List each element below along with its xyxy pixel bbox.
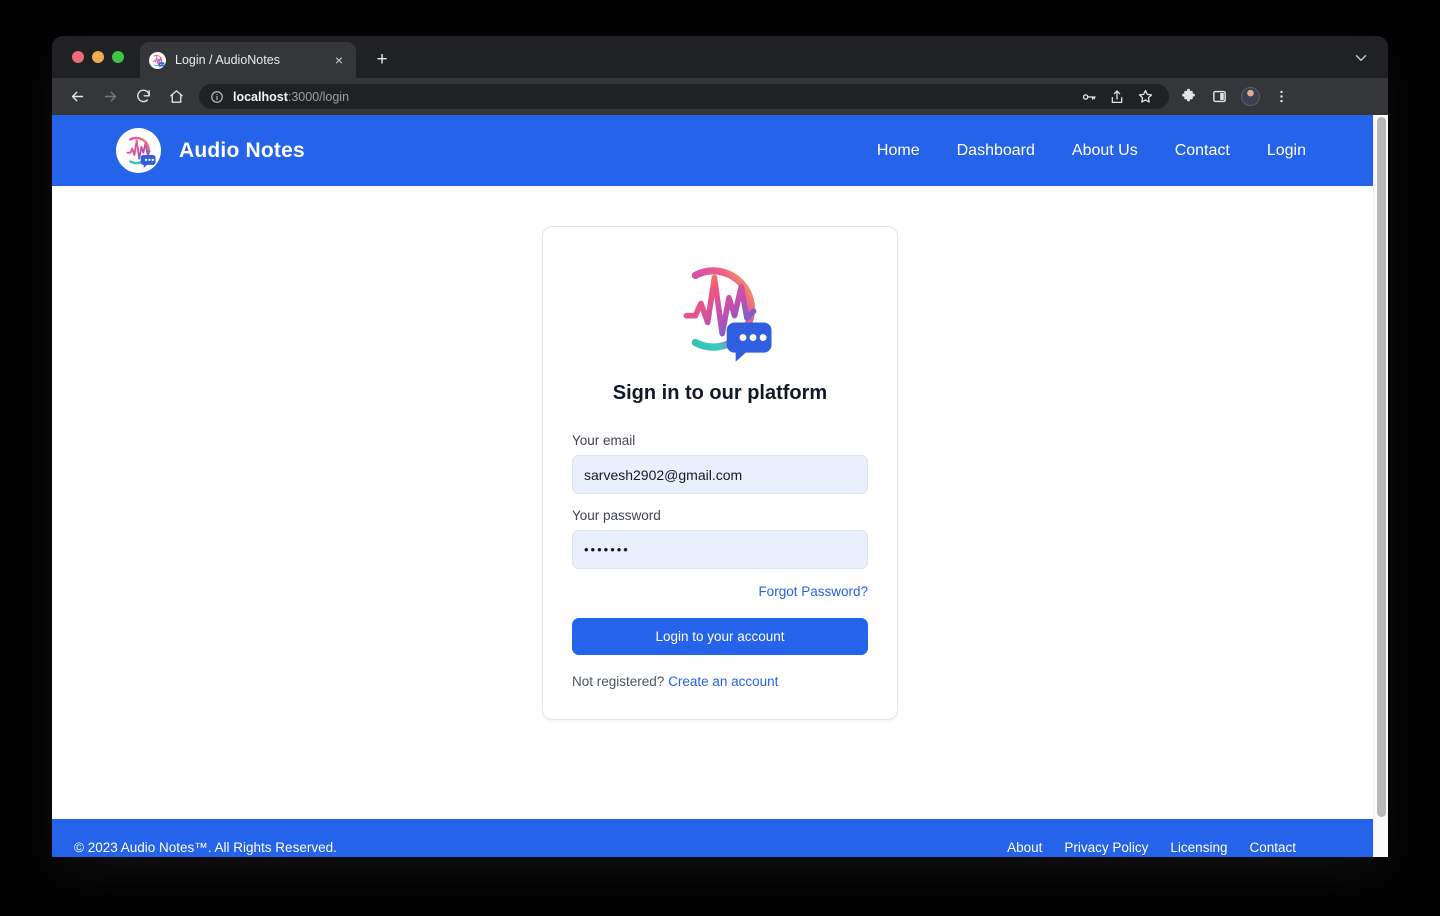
footer-link-about[interactable]: About (1007, 840, 1042, 855)
info-circle-icon[interactable] (210, 90, 224, 104)
browser-toolbar: localhost:3000/login (52, 78, 1388, 115)
audio-notes-logo-icon (664, 253, 776, 370)
browser-tab[interactable]: Login / AudioNotes × (140, 42, 356, 78)
forgot-password-row: Forgot Password? (572, 583, 868, 601)
footer-link-privacy-policy[interactable]: Privacy Policy (1064, 840, 1148, 855)
login-card-container: Sign in to our platform Your email Your … (52, 186, 1388, 720)
reload-button[interactable] (130, 84, 156, 110)
footer-links: About Privacy Policy Licensing Contact (1007, 840, 1366, 855)
footer-link-licensing[interactable]: Licensing (1170, 840, 1227, 855)
nav-link-login[interactable]: Login (1267, 142, 1306, 160)
site-nav-links: Home Dashboard About Us Contact Login (877, 142, 1388, 160)
url-host: localhost (233, 89, 288, 104)
maximize-window-button[interactable] (112, 51, 124, 63)
nav-link-contact[interactable]: Contact (1175, 142, 1230, 160)
tab-favicon-icon (149, 51, 166, 69)
password-key-icon[interactable] (1076, 84, 1102, 110)
forward-button[interactable] (97, 84, 123, 110)
bookmark-star-icon[interactable] (1132, 84, 1158, 110)
login-button[interactable]: Login to your account (572, 618, 868, 655)
forgot-password-link[interactable]: Forgot Password? (758, 584, 868, 599)
audio-notes-logo-icon (116, 128, 161, 173)
card-logo (572, 253, 868, 370)
address-bar[interactable]: localhost:3000/login (199, 84, 1169, 109)
three-dot-menu-icon[interactable] (1268, 84, 1294, 110)
page-viewport: Audio Notes Home Dashboard About Us Cont… (52, 115, 1388, 857)
tab-close-icon[interactable]: × (331, 52, 347, 68)
profile-avatar[interactable] (1237, 84, 1263, 110)
footer-link-contact[interactable]: Contact (1249, 840, 1296, 855)
page-title: Sign in to our platform (612, 382, 828, 404)
brand-name: Audio Notes (179, 138, 305, 162)
vertical-scrollbar[interactable] (1373, 115, 1388, 857)
tab-title: Login / AudioNotes (175, 53, 280, 67)
nav-link-home[interactable]: Home (877, 142, 920, 160)
share-icon[interactable] (1104, 84, 1130, 110)
url-path: :3000/login (287, 89, 350, 104)
nav-link-about-us[interactable]: About Us (1072, 142, 1138, 160)
site-navbar: Audio Notes Home Dashboard About Us Cont… (52, 115, 1388, 186)
browser-window: Login / AudioNotes × + localhost:3000/lo… (52, 36, 1388, 857)
register-row: Not registered? Create an account (572, 674, 868, 689)
minimize-window-button[interactable] (92, 51, 104, 63)
create-account-link[interactable]: Create an account (668, 674, 778, 689)
password-input[interactable] (572, 530, 868, 569)
password-field-group: Your password (572, 508, 868, 569)
window-controls (72, 51, 124, 63)
side-panel-icon[interactable] (1206, 84, 1232, 110)
tab-strip: Login / AudioNotes × + (52, 36, 1388, 78)
close-window-button[interactable] (72, 51, 84, 63)
chevron-down-icon[interactable] (1352, 49, 1370, 67)
register-prompt: Not registered? (572, 674, 665, 689)
url-text: localhost:3000/login (233, 90, 349, 104)
brand[interactable]: Audio Notes (116, 128, 305, 173)
new-tab-button[interactable]: + (372, 50, 392, 70)
login-card: Sign in to our platform Your email Your … (542, 226, 898, 720)
password-label: Your password (572, 508, 661, 523)
email-input[interactable] (572, 455, 868, 494)
nav-link-dashboard[interactable]: Dashboard (957, 142, 1035, 160)
back-button[interactable] (64, 84, 90, 110)
home-button[interactable] (163, 84, 189, 110)
email-field-group: Your email (572, 433, 868, 494)
footer-copyright: © 2023 Audio Notes™. All Rights Reserved… (74, 839, 337, 855)
site-footer: © 2023 Audio Notes™. All Rights Reserved… (52, 819, 1388, 857)
email-label: Your email (572, 433, 636, 448)
scrollbar-thumb[interactable] (1377, 117, 1386, 817)
extensions-puzzle-icon[interactable] (1175, 84, 1201, 110)
